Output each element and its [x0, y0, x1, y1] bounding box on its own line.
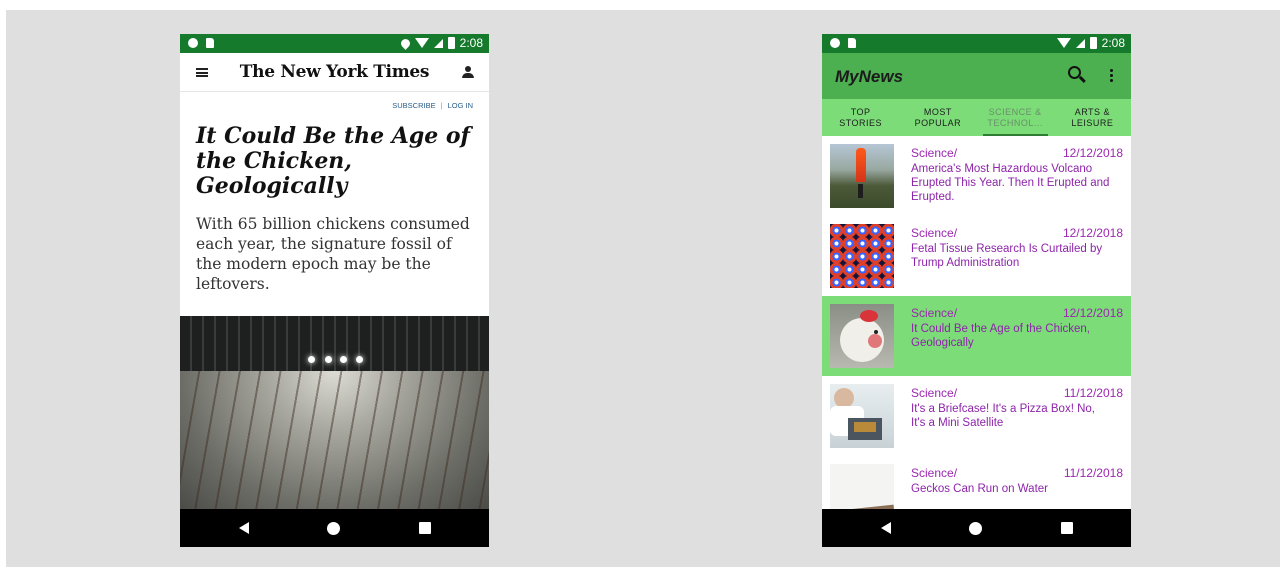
phone-nyt-article: 2:08 The New York Times SUBSCRIBE | LOG … — [180, 34, 489, 547]
android-nav-bar — [822, 509, 1131, 547]
tab-most-popular[interactable]: MOST POPULAR — [899, 99, 976, 136]
article-list: Science/ 12/12/2018 America's Most Hazar… — [822, 136, 1131, 509]
article-title: It Could Be the Age of the Chicken, Geol… — [196, 123, 471, 199]
recents-icon[interactable] — [419, 522, 431, 534]
account-icon[interactable] — [462, 66, 474, 79]
screenshot-background: 2:08 The New York Times SUBSCRIBE | LOG … — [6, 10, 1280, 567]
thumbnail-chicken — [830, 304, 894, 368]
back-icon[interactable] — [881, 522, 891, 534]
list-item-selected[interactable]: Science/ 12/12/2018 It Could Be the Age … — [822, 296, 1131, 376]
sd-card-icon — [848, 38, 856, 48]
list-item[interactable]: Science/ 11/12/2018 It's a Briefcase! It… — [822, 376, 1131, 456]
recents-icon[interactable] — [1061, 522, 1073, 534]
thumbnail-satellite — [830, 384, 894, 448]
wifi-icon — [414, 38, 429, 48]
tab-top-stories[interactable]: TOP STORIES — [822, 99, 899, 136]
link-separator: | — [440, 101, 443, 110]
android-nav-bar — [180, 509, 489, 547]
tab-arts-leisure[interactable]: ARTS & LEISURE — [1054, 99, 1131, 136]
status-bar: 2:08 — [822, 34, 1131, 53]
sd-card-icon — [206, 38, 214, 48]
home-icon[interactable] — [969, 522, 982, 535]
wifi-icon — [1056, 38, 1071, 48]
list-item[interactable]: Science/ 12/12/2018 Fetal Tissue Researc… — [822, 216, 1131, 296]
thumbnail-gecko — [830, 464, 894, 509]
app-bar: MyNews — [822, 53, 1131, 99]
signal-icon — [433, 38, 443, 48]
category-tabs: TOP STORIES MOST POPULAR SCIENCE & TECHN… — [822, 99, 1131, 136]
notification-dot-icon — [188, 38, 198, 48]
status-time: 2:08 — [1101, 36, 1125, 50]
status-bar: 2:08 — [180, 34, 489, 53]
tab-science-technology[interactable]: SCIENCE & TECHNOL... — [977, 99, 1054, 136]
phone-mynews-app: 2:08 MyNews TOP STORIES MOST POPULAR SCI… — [822, 34, 1131, 547]
thumbnail-cells — [830, 224, 894, 288]
article-photo-chicken-farm — [180, 316, 489, 509]
home-icon[interactable] — [327, 522, 340, 535]
login-link[interactable]: LOG IN — [448, 101, 473, 110]
subscribe-link[interactable]: SUBSCRIBE — [392, 101, 435, 110]
app-title: MyNews — [835, 67, 904, 86]
signal-icon — [1075, 38, 1085, 48]
nyt-account-links: SUBSCRIBE | LOG IN — [392, 101, 473, 110]
nyt-logo[interactable]: The New York Times — [180, 62, 489, 82]
list-item[interactable]: Science/ 11/12/2018 Geckos Can Run on Wa… — [822, 456, 1131, 509]
thumbnail-volcano — [830, 144, 894, 208]
location-icon — [398, 36, 412, 50]
nyt-header: The New York Times — [180, 53, 489, 92]
more-options-icon[interactable] — [1110, 69, 1114, 83]
notification-dot-icon — [830, 38, 840, 48]
back-icon[interactable] — [239, 522, 249, 534]
battery-icon — [1089, 37, 1097, 49]
battery-icon — [447, 37, 455, 49]
status-time: 2:08 — [459, 36, 483, 50]
article-summary: With 65 billion chickens consumed each y… — [196, 215, 470, 293]
list-item[interactable]: Science/ 12/12/2018 America's Most Hazar… — [822, 136, 1131, 216]
search-icon[interactable] — [1068, 66, 1086, 84]
